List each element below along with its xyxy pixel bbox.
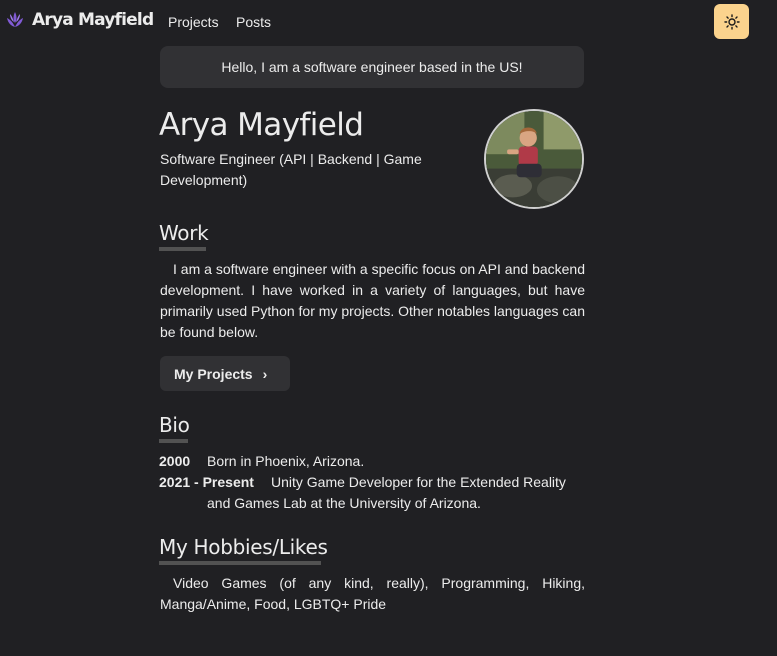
bio-heading: Bio — [159, 413, 190, 437]
bio-text: Unity Game Developer for the Extended Re… — [271, 474, 566, 490]
bio-year: 2000 — [159, 453, 191, 469]
intro-banner: Hello, I am a software engineer based in… — [160, 46, 584, 88]
hobbies-underline — [159, 561, 321, 565]
chevron-right-icon: › — [262, 365, 268, 382]
my-projects-button[interactable]: My Projects › — [160, 356, 290, 391]
nav-link-posts[interactable]: Posts — [236, 14, 271, 30]
bio-entry: 2000 Born in Phoenix, Arizona. — [159, 451, 584, 472]
logo-icon — [7, 12, 23, 27]
hobbies-heading: My Hobbies/Likes — [159, 535, 328, 559]
navbar: Arya Mayfield Projects Posts — [0, 0, 777, 44]
work-underline — [159, 247, 206, 251]
avatar — [484, 109, 584, 209]
brand-link[interactable]: Arya Mayfield — [4, 7, 154, 33]
bio-text: and Games Lab at the University of Arizo… — [207, 495, 481, 511]
bio-text: Born in Phoenix, Arizona. — [207, 453, 365, 469]
avatar-image — [486, 111, 582, 207]
profile-name: Arya Mayfield — [159, 107, 364, 143]
work-description: I am a software engineer with a specific… — [160, 261, 585, 340]
bio-underline — [159, 439, 188, 443]
brand-name: Arya Mayfield — [32, 10, 154, 30]
intro-text: Hello, I am a software engineer based in… — [221, 59, 523, 75]
profile-role: Software Engineer (API | Backend | Game … — [160, 151, 422, 188]
hobbies-description: Video Games (of any kind, really), Progr… — [160, 575, 585, 612]
sun-icon — [723, 13, 740, 30]
bio-entry: 2021 - Present Unity Game Developer for … — [159, 472, 584, 514]
work-heading: Work — [159, 221, 209, 245]
my-projects-label: My Projects — [174, 365, 253, 382]
bio-year: 2021 - Present — [159, 474, 254, 490]
nav-link-projects[interactable]: Projects — [168, 14, 219, 30]
theme-toggle-button[interactable] — [714, 4, 749, 39]
